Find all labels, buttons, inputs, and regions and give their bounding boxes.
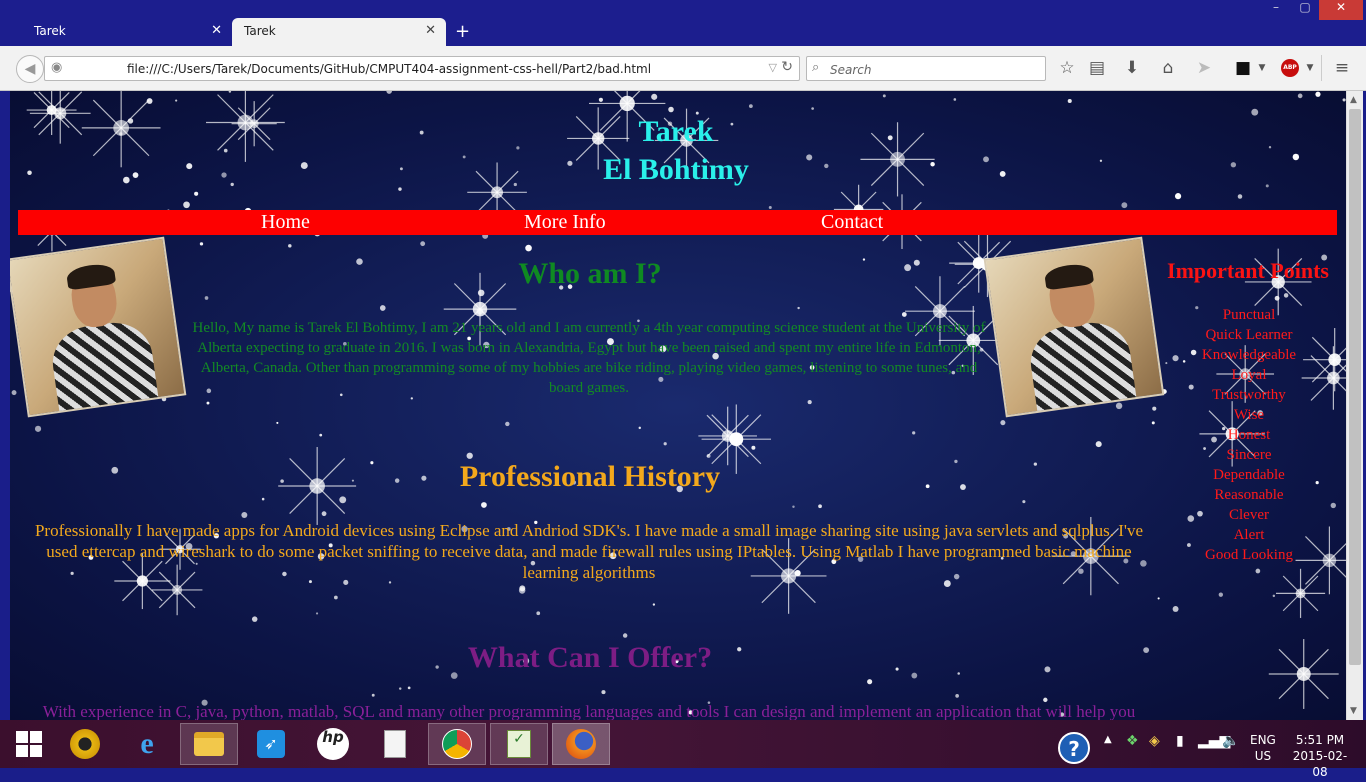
- globe-icon: ◉: [51, 60, 63, 75]
- list-item: Wise: [1233, 407, 1265, 423]
- show-hidden-icons-icon[interactable]: ▲: [1104, 734, 1112, 782]
- new-tab-button[interactable]: +: [455, 21, 470, 42]
- search-placeholder: Search: [830, 63, 872, 77]
- taskbar-app-explorer[interactable]: [180, 723, 238, 765]
- address-bar[interactable]: ◉ file:///C:/Users/Tarek/Documents/GitHu…: [44, 56, 800, 81]
- list-item: Knowledgeable: [1201, 347, 1297, 363]
- menu-item-contact[interactable]: Contact: [821, 211, 883, 233]
- what-can-i-offer-text: With experience in C, java, python, matl…: [42, 702, 1136, 720]
- last-name: El Bohtimy: [603, 153, 749, 186]
- document-icon: [384, 730, 406, 758]
- menu-hamburger-icon[interactable]: ≡: [1330, 58, 1354, 78]
- taskbar-app-chrome[interactable]: [428, 723, 486, 765]
- taskbar-app-media[interactable]: [56, 723, 114, 765]
- adblock-icon[interactable]: ABP: [1281, 59, 1299, 77]
- taskbar-app-ie[interactable]: e: [118, 723, 176, 765]
- scrollbar-thumb[interactable]: [1349, 109, 1361, 665]
- bookmark-star-icon[interactable]: ☆: [1055, 58, 1079, 78]
- list-item: Loyal: [1231, 367, 1267, 383]
- list-item: Alert: [1233, 527, 1265, 543]
- input-language[interactable]: ENG US: [1250, 732, 1276, 780]
- clock-date: 2015-02-08: [1292, 749, 1348, 779]
- extension-dropdown-icon[interactable]: ▼: [1250, 63, 1274, 73]
- home-icon[interactable]: ⌂: [1156, 58, 1180, 78]
- vertical-scrollbar[interactable]: ▲ ▼: [1346, 91, 1363, 720]
- firefox-icon: [566, 729, 596, 759]
- what-can-i-offer-heading: What Can I Offer?: [467, 641, 713, 674]
- first-name: Tarek: [638, 115, 714, 148]
- region-code: US: [1254, 749, 1272, 763]
- dropbox-icon[interactable]: ❖: [1126, 733, 1139, 781]
- hp-icon: hp: [317, 728, 349, 760]
- search-icon: ⌕: [812, 60, 820, 75]
- media-player-icon: [70, 729, 100, 759]
- page-viewport: Tarek El Bohtimy Home More Info Contact …: [10, 91, 1346, 720]
- download-icon[interactable]: ⬇: [1120, 58, 1144, 78]
- reload-icon[interactable]: ↻: [781, 59, 793, 75]
- list-item: Dependable: [1213, 467, 1285, 483]
- important-points-heading: Important Points: [1167, 258, 1329, 283]
- toolbar-divider: [1321, 55, 1322, 81]
- list-item: Good Looking: [1205, 547, 1293, 563]
- start-button[interactable]: [0, 723, 58, 765]
- taskbar-app-document[interactable]: [366, 723, 424, 765]
- scroll-up-arrow-icon[interactable]: ▲: [1350, 95, 1357, 105]
- browser-tab-strip: Tarek ✕ Tarek ✕ + – ▢ ✕: [0, 0, 1366, 46]
- list-item: Sincere: [1226, 447, 1272, 463]
- minimize-window-button[interactable]: –: [1262, 0, 1290, 20]
- taskbar-app-notepad[interactable]: ✓: [490, 723, 548, 765]
- maximize-window-button[interactable]: ▢: [1292, 0, 1318, 20]
- url-text[interactable]: file:///C:/Users/Tarek/Documents/GitHub/…: [127, 62, 651, 76]
- menu-item-more-info[interactable]: More Info: [524, 211, 606, 233]
- who-am-i-text: Hello, My name is Tarek El Bohtimy, I am…: [192, 320, 986, 396]
- profile-photo: [983, 236, 1165, 418]
- menu-item-home[interactable]: Home: [261, 211, 310, 233]
- list-item: Quick Learner: [1205, 327, 1293, 343]
- windows-taskbar: e ➶ hp ✓ ? ▲ ❖ ◈ ▮ ▂▄▆ 🔈 ENG US 5:51 PM …: [0, 720, 1366, 779]
- profile-photo: [10, 236, 187, 418]
- folder-icon: [194, 732, 224, 756]
- help-icon[interactable]: ?: [1058, 732, 1090, 764]
- back-button[interactable]: ◀: [16, 55, 44, 83]
- nav-menu: Home More Info Contact: [18, 210, 1337, 235]
- language-code: ENG: [1250, 733, 1276, 747]
- rocket-icon: ➶: [257, 730, 285, 758]
- clock[interactable]: 5:51 PM 2015-02-08: [1290, 732, 1350, 780]
- notepad-chart-icon: ✓: [507, 730, 531, 758]
- taskbar-app-hp[interactable]: hp: [304, 723, 362, 765]
- professional-history-text: Professionally I have made apps for Andr…: [34, 521, 1144, 582]
- tab-title: Tarek: [34, 24, 66, 38]
- battery-icon[interactable]: ▮: [1176, 733, 1184, 781]
- list-item: Honest: [1227, 427, 1271, 443]
- windows-logo-icon: [16, 731, 42, 757]
- list-item: Punctual: [1222, 307, 1276, 323]
- close-tab-icon[interactable]: ✕: [211, 23, 222, 38]
- internet-explorer-icon: e: [140, 727, 154, 760]
- clock-time: 5:51 PM: [1295, 733, 1345, 747]
- browser-toolbar: ◀ ◉ file:///C:/Users/Tarek/Documents/Git…: [0, 46, 1366, 91]
- adblock-dropdown-icon[interactable]: ▼: [1298, 63, 1322, 73]
- scroll-down-arrow-icon[interactable]: ▼: [1350, 706, 1357, 716]
- close-tab-icon[interactable]: ✕: [425, 23, 436, 38]
- url-dropdown-icon[interactable]: ▽: [769, 61, 777, 74]
- reading-list-icon[interactable]: ▤: [1085, 58, 1109, 78]
- list-item: Reasonable: [1214, 487, 1284, 503]
- app-tray-icon[interactable]: ◈: [1149, 733, 1160, 781]
- browser-tab-active[interactable]: Tarek ✕: [232, 18, 446, 46]
- volume-icon[interactable]: 🔈: [1222, 733, 1239, 781]
- tab-title: Tarek: [244, 24, 276, 38]
- search-input[interactable]: ⌕ Search: [806, 56, 1046, 81]
- professional-history-heading: Professional History: [459, 460, 721, 493]
- who-am-i-heading: Who am I?: [518, 257, 662, 290]
- important-points-list: Punctual Quick Learner Knowledgeable Loy…: [1158, 305, 1340, 565]
- list-item: Clever: [1229, 507, 1269, 523]
- close-window-button[interactable]: ✕: [1319, 0, 1363, 20]
- page-title: Tarek El Bohtimy: [570, 113, 782, 189]
- taskbar-app-rocket[interactable]: ➶: [242, 723, 300, 765]
- browser-tab[interactable]: Tarek ✕: [0, 18, 232, 46]
- taskbar-app-firefox[interactable]: [552, 723, 610, 765]
- send-icon[interactable]: ➤: [1192, 58, 1216, 78]
- list-item: Trustworthy: [1212, 387, 1286, 403]
- chrome-icon: [442, 729, 472, 759]
